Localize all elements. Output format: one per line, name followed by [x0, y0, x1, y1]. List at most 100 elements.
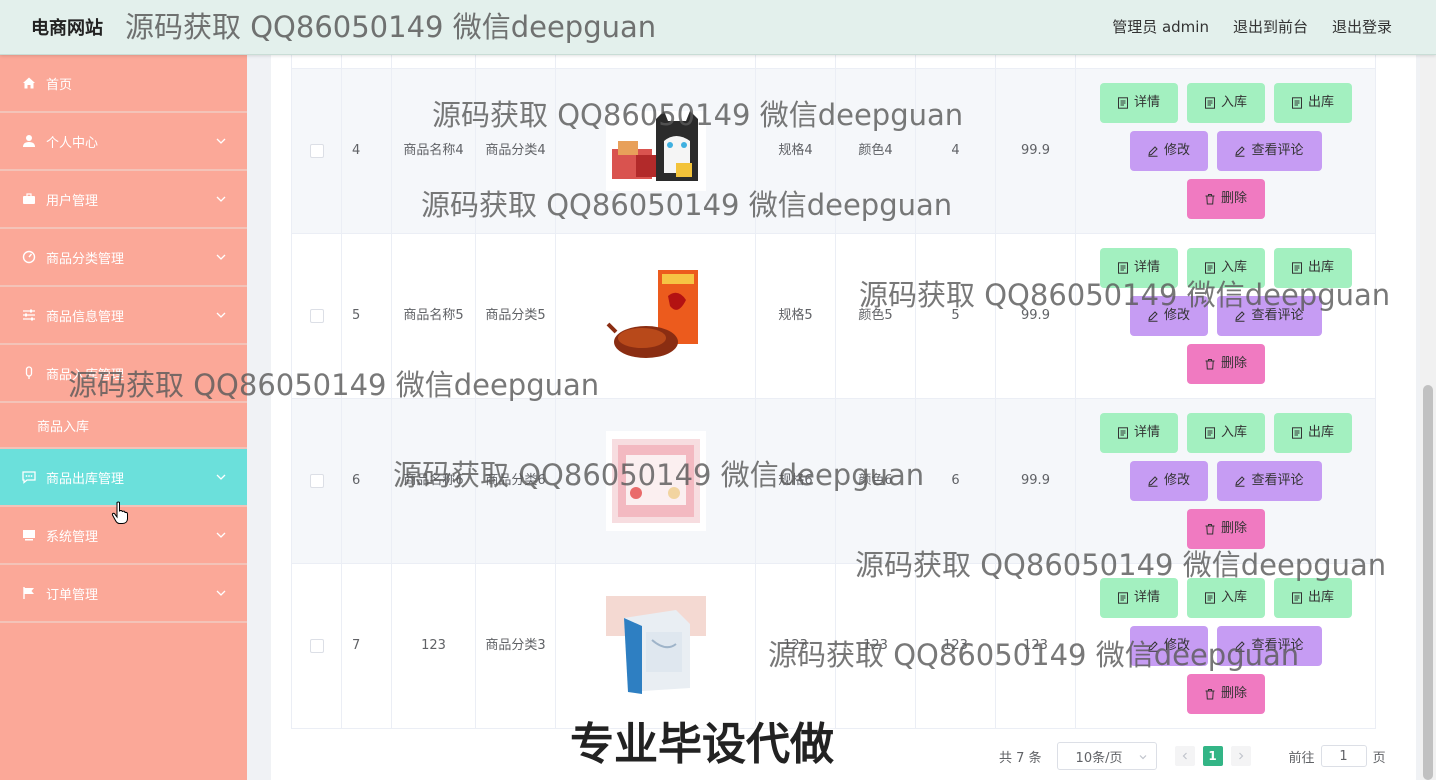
- sidebar-item-label: 商品出库管理: [46, 471, 125, 487]
- chevron-down-icon: [216, 474, 226, 480]
- sidebar-item-users[interactable]: 用户管理: [0, 171, 247, 229]
- row-index: 7: [342, 564, 392, 728]
- document-icon: [1291, 97, 1302, 109]
- chevron-down-icon: [1139, 755, 1146, 760]
- row-checkbox[interactable]: [309, 144, 324, 158]
- table-row: 7 123 商品分类3 123 123 123 123 详情 入库 出库 修改 …: [292, 564, 1375, 729]
- mic-icon: [21, 365, 37, 381]
- pencil-icon: [1148, 641, 1158, 652]
- edit-button[interactable]: 修改: [1129, 296, 1208, 336]
- sidebar-item-orders[interactable]: 订单管理: [0, 565, 247, 623]
- stock-in-button[interactable]: 入库: [1186, 578, 1265, 618]
- stock-in-button[interactable]: 入库: [1186, 413, 1265, 453]
- sidebar-item-goods-info[interactable]: 商品信息管理: [0, 287, 247, 345]
- document-icon: [1204, 97, 1215, 109]
- stock-out-button[interactable]: 出库: [1273, 413, 1352, 453]
- goods-image: [605, 111, 706, 191]
- goods-category: 商品分类6: [485, 473, 546, 488]
- admin-label[interactable]: 管理员 admin: [1112, 16, 1209, 37]
- prev-page-button[interactable]: [1174, 746, 1195, 766]
- pencil-icon: [1235, 476, 1246, 487]
- view-comments-button[interactable]: 查看评论: [1216, 626, 1322, 666]
- stock-out-button[interactable]: 出库: [1273, 248, 1352, 288]
- table-row-partial: [292, 55, 1375, 69]
- watermark-bottom: 专业毕设代做: [570, 719, 834, 770]
- delete-button[interactable]: 删除: [1186, 344, 1265, 384]
- sidebar-item-stock-in[interactable]: 商品入库管理: [0, 345, 247, 403]
- chat-icon: [21, 469, 37, 485]
- home-icon: [21, 75, 37, 91]
- sidebar-item-home[interactable]: 首页: [0, 55, 247, 113]
- header-links: 管理员 admin 退出到前台 退出登录: [1112, 16, 1392, 37]
- goods-color: 颜色5: [836, 234, 916, 398]
- user-icon: [21, 133, 37, 149]
- sliders-icon: [21, 307, 37, 323]
- delete-button[interactable]: 删除: [1186, 179, 1265, 219]
- pencil-icon: [1148, 311, 1158, 322]
- scrollbar-thumb[interactable]: [1423, 385, 1433, 780]
- vertical-scrollbar[interactable]: [1420, 55, 1436, 780]
- pencil-icon: [1235, 311, 1246, 322]
- chevron-right-icon: [1238, 752, 1243, 760]
- detail-button[interactable]: 详情: [1099, 413, 1178, 453]
- sidebar-item-profile[interactable]: 个人中心: [0, 113, 247, 171]
- delete-button[interactable]: 删除: [1186, 509, 1265, 549]
- next-page-button[interactable]: [1230, 746, 1251, 766]
- chevron-left-icon: [1182, 752, 1187, 760]
- table-row: 5 商品名称5 商品分类5 规格5 颜色5 5 99.9 详情 入库 出库 修改…: [292, 234, 1375, 399]
- chevron-down-icon: [216, 312, 226, 318]
- edit-button[interactable]: 修改: [1129, 626, 1208, 666]
- goods-table: 4 商品名称4 商品分类4 规格4 颜色4 4 99.9 详情 入库 出库 修改…: [291, 55, 1376, 729]
- detail-button[interactable]: 详情: [1099, 248, 1178, 288]
- sidebar-item-label: 商品入库管理: [46, 367, 125, 383]
- goods-image: [605, 431, 706, 531]
- row-checkbox[interactable]: [309, 309, 324, 323]
- goods-color: 颜色6: [836, 399, 916, 563]
- view-comments-button[interactable]: 查看评论: [1216, 131, 1322, 171]
- view-comments-button[interactable]: 查看评论: [1216, 296, 1322, 336]
- goods-category: 商品分类3: [485, 638, 546, 653]
- stock-in-button[interactable]: 入库: [1186, 248, 1265, 288]
- sidebar: 首页 个人中心 用户管理 商品分类管理 商品信息管理 商品入库管理 商品入库 商…: [0, 55, 247, 780]
- row-actions: 详情 入库 出库 修改 查看评论 删除: [1076, 399, 1375, 563]
- sidebar-item-label: 用户管理: [46, 193, 99, 209]
- goods-image: [605, 596, 706, 696]
- edit-button[interactable]: 修改: [1129, 131, 1208, 171]
- detail-button[interactable]: 详情: [1099, 578, 1178, 618]
- top-header: 电商网站 源码获取 QQ86050149 微信deepguan 管理员 admi…: [0, 0, 1436, 55]
- row-index: 4: [342, 69, 392, 233]
- table-row: 6 商品名称6 商品分类6 规格6 颜色6 6 99.9 详情 入库 出库 修改…: [292, 399, 1375, 564]
- logout-link[interactable]: 退出登录: [1332, 16, 1392, 37]
- flag-icon: [21, 585, 37, 601]
- page-number[interactable]: 1: [1202, 746, 1223, 766]
- trash-icon: [1205, 689, 1215, 700]
- document-icon: [1117, 592, 1128, 604]
- stock-out-button[interactable]: 出库: [1273, 578, 1352, 618]
- sidebar-item-category[interactable]: 商品分类管理: [0, 229, 247, 287]
- sidebar-item-stock-out[interactable]: 商品出库管理: [0, 449, 247, 507]
- goods-category: 商品分类5: [485, 308, 546, 323]
- front-link[interactable]: 退出到前台: [1233, 16, 1308, 37]
- stock-in-button[interactable]: 入库: [1186, 83, 1265, 123]
- view-comments-button[interactable]: 查看评论: [1216, 461, 1322, 501]
- goods-color: 颜色4: [836, 69, 916, 233]
- edit-button[interactable]: 修改: [1129, 461, 1208, 501]
- goto-label: 前往: [1288, 750, 1315, 766]
- row-checkbox[interactable]: [309, 639, 324, 653]
- goods-category: 商品分类4: [485, 143, 546, 158]
- page-size-select[interactable]: 10条/页: [1056, 742, 1157, 770]
- stock-out-button[interactable]: 出库: [1273, 83, 1352, 123]
- document-icon: [1291, 592, 1302, 604]
- delete-button[interactable]: 删除: [1186, 674, 1265, 714]
- document-icon: [1117, 262, 1128, 274]
- goods-name: 商品名称5: [403, 308, 464, 323]
- goods-name: 商品名称4: [403, 143, 464, 158]
- row-checkbox[interactable]: [309, 474, 324, 488]
- goods-price: 99.9: [996, 399, 1076, 563]
- goto-page-input[interactable]: 1: [1320, 745, 1367, 767]
- chevron-down-icon: [216, 532, 226, 538]
- chevron-down-icon: [216, 196, 226, 202]
- document-icon: [1291, 427, 1302, 439]
- submenu-item-stock-in[interactable]: 商品入库: [0, 403, 247, 449]
- detail-button[interactable]: 详情: [1099, 83, 1178, 123]
